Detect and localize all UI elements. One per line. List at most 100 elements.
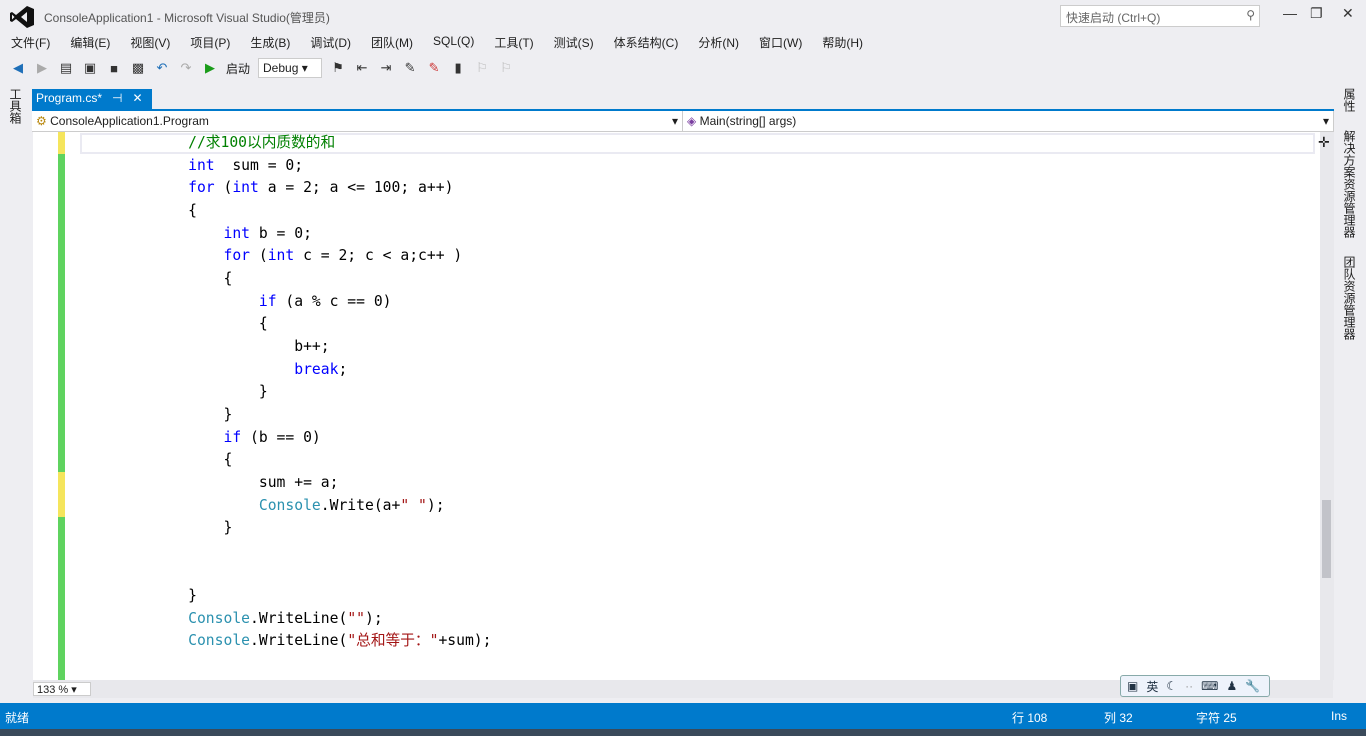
- start-button[interactable]: 启动: [226, 60, 250, 77]
- code-text[interactable]: //求100以内质数的和 int sum = 0; for (int a = 2…: [82, 132, 492, 653]
- code-token: +sum);: [438, 632, 492, 650]
- forward-icon[interactable]: ▶: [34, 60, 50, 76]
- menu-item[interactable]: 编辑(E): [59, 32, 119, 52]
- tab-program-cs[interactable]: Program.cs* ⊣ ✕: [32, 89, 152, 109]
- start-icon[interactable]: ▶: [202, 60, 218, 76]
- team-explorer-tab[interactable]: 团队资源管理器: [1340, 256, 1358, 340]
- code-token: sum = 0;: [214, 156, 304, 174]
- save-icon[interactable]: ■: [106, 60, 122, 76]
- redo-icon[interactable]: ↷: [178, 60, 194, 76]
- code-line: }: [82, 517, 492, 540]
- code-token: {: [258, 315, 268, 333]
- pin-icon[interactable]: ⊣: [112, 91, 122, 107]
- code-token: ;: [338, 360, 348, 378]
- configuration-select[interactable]: Debug ▾: [258, 58, 323, 78]
- code-line: Console.WriteLine("");: [82, 608, 492, 631]
- find-icon[interactable]: ⚑: [330, 60, 346, 76]
- unsaved-change-marker: [58, 472, 65, 517]
- code-token: sum += a;: [258, 473, 339, 491]
- code-line: int b = 0;: [82, 223, 492, 246]
- close-button[interactable]: ✕: [1342, 5, 1354, 22]
- quick-launch-placeholder: 快速启动 (Ctrl+Q): [1066, 11, 1161, 25]
- code-line: }: [82, 585, 492, 608]
- user-icon[interactable]: ♟: [1226, 679, 1237, 693]
- zoom-value: 133 %: [37, 684, 69, 696]
- right-side-tabs: 属性 解决方案资源管理器 团队资源管理器: [1340, 88, 1358, 358]
- bookmark-icon[interactable]: ▮: [450, 60, 466, 76]
- unsaved-change-marker: [58, 132, 65, 154]
- prev-bookmark-icon[interactable]: ⚐: [474, 60, 490, 76]
- visual-studio-logo-icon: [10, 6, 34, 28]
- navigation-bar: ⚙ ConsoleApplication1.Program ▾ ◈ Main(st…: [32, 111, 1334, 132]
- code-line: b++;: [82, 336, 492, 359]
- title-bar: ConsoleApplication1 - Microsoft Visual S…: [0, 0, 1366, 32]
- menu-item[interactable]: 分析(N): [687, 32, 748, 52]
- outdent-icon[interactable]: ⇥: [378, 60, 394, 76]
- member-dropdown[interactable]: ◈ Main(string[] args) ▾: [683, 111, 1334, 131]
- code-line: }: [82, 404, 492, 427]
- save-all-icon[interactable]: ▩: [130, 60, 146, 76]
- code-line: Console.WriteLine("总和等于："+sum);: [82, 630, 492, 653]
- menu-item[interactable]: 文件(F): [0, 32, 59, 52]
- method-icon: ◈: [687, 114, 697, 128]
- menu-item[interactable]: 窗口(W): [748, 32, 811, 52]
- menu-item[interactable]: 生成(B): [239, 32, 299, 52]
- window-title: ConsoleApplication1 - Microsoft Visual S…: [44, 11, 330, 25]
- code-token: );: [365, 609, 383, 627]
- code-line: if (a % c == 0): [82, 291, 492, 314]
- maximize-button[interactable]: ❐: [1310, 5, 1323, 22]
- menu-item[interactable]: 项目(P): [179, 32, 239, 52]
- menu-item[interactable]: 工具(T): [483, 32, 542, 52]
- class-icon: ⚙: [36, 114, 47, 128]
- code-line: }: [82, 381, 492, 404]
- menu-item[interactable]: 帮助(H): [811, 32, 872, 52]
- menu-item[interactable]: 团队(M): [360, 32, 422, 52]
- minimize-button[interactable]: —: [1283, 5, 1297, 21]
- code-token: {: [223, 451, 233, 469]
- punctuation-icon[interactable]: ··: [1185, 679, 1193, 693]
- configuration-value: Debug: [263, 61, 299, 75]
- close-tab-icon[interactable]: ✕: [132, 91, 142, 107]
- code-token: .WriteLine(: [250, 609, 348, 627]
- status-ready: 就绪: [5, 711, 30, 725]
- menu-item[interactable]: SQL(Q): [422, 32, 483, 52]
- back-icon[interactable]: ◀: [10, 60, 26, 76]
- vertical-scrollbar[interactable]: [1320, 132, 1334, 680]
- menu-item[interactable]: 调试(D): [299, 32, 360, 52]
- menu-item[interactable]: 测试(S): [543, 32, 603, 52]
- uncomment-icon[interactable]: ✎: [426, 60, 442, 76]
- undo-icon[interactable]: ↶: [154, 60, 170, 76]
- keyboard-icon[interactable]: ⌨: [1201, 679, 1218, 693]
- code-token: (: [250, 247, 268, 265]
- ime-logo-icon[interactable]: ▣: [1127, 679, 1138, 693]
- zoom-select[interactable]: 133 % ▾: [33, 682, 91, 696]
- menu-item[interactable]: 体系结构(C): [603, 32, 688, 52]
- properties-tab[interactable]: 属性: [1340, 88, 1358, 112]
- solution-explorer-tab[interactable]: 解决方案资源管理器: [1340, 130, 1358, 238]
- next-bookmark-icon[interactable]: ⚐: [498, 60, 514, 76]
- toolbar: ◀ ▶ ▤ ▣ ■ ▩ ↶ ↷ ▶ 启动 Debug ▾ ⚑ ⇤ ⇥ ✎ ✎ ▮…: [10, 56, 710, 80]
- open-file-icon[interactable]: ▣: [82, 60, 98, 76]
- code-line: {: [82, 200, 492, 223]
- comment-icon[interactable]: ✎: [402, 60, 418, 76]
- quick-launch-input[interactable]: 快速启动 (Ctrl+Q) ⚲: [1060, 5, 1260, 27]
- code-token: a = 2; a <= 100; a++): [258, 179, 454, 197]
- toolbox-tab[interactable]: 工具箱: [8, 88, 24, 124]
- scrollbar-thumb[interactable]: [1322, 500, 1331, 578]
- code-token: for: [223, 247, 251, 265]
- new-project-icon[interactable]: ▤: [58, 60, 74, 76]
- ime-language[interactable]: 英: [1146, 678, 1158, 695]
- code-token: (a % c == 0): [276, 292, 392, 310]
- wrench-icon[interactable]: 🔧: [1245, 679, 1260, 693]
- indent-icon[interactable]: ⇤: [354, 60, 370, 76]
- code-line: //求100以内质数的和: [82, 132, 492, 155]
- split-icon[interactable]: ✛: [1318, 134, 1330, 151]
- code-token: );: [426, 496, 445, 514]
- moon-icon[interactable]: ☾: [1166, 679, 1177, 693]
- class-dropdown[interactable]: ⚙ ConsoleApplication1.Program ▾: [32, 111, 683, 131]
- code-token: .WriteLine(: [250, 632, 348, 650]
- code-token: int: [223, 224, 251, 242]
- tab-label: Program.cs*: [36, 91, 103, 105]
- menu-item[interactable]: 视图(V): [119, 32, 179, 52]
